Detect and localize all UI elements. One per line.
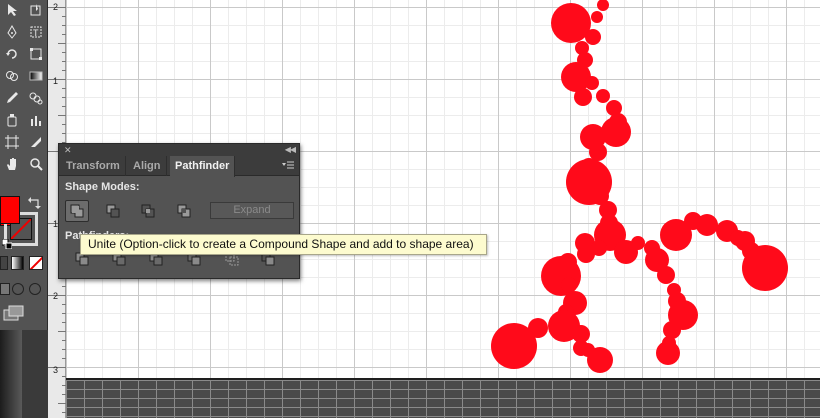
exclude-button[interactable]	[172, 200, 196, 222]
pasteboard-grid	[66, 378, 820, 418]
free-transform-icon[interactable]	[26, 44, 46, 64]
shape-modes-label: Shape Modes:	[65, 181, 140, 193]
pathfinder-panel: ✕ ◀◀ Transform Align Pathfinder Shape Mo…	[58, 143, 300, 279]
collapse-icon[interactable]: ◀◀	[285, 145, 296, 155]
intersect-button[interactable]	[136, 200, 160, 222]
panel-tabs: Transform Align Pathfinder	[59, 156, 299, 177]
panel-menu-icon[interactable]	[282, 161, 294, 171]
type-area-icon[interactable]: T	[26, 22, 46, 42]
color-mode-icon[interactable]	[0, 256, 8, 270]
gradient-mode-icon[interactable]	[11, 256, 24, 270]
exclude-icon	[177, 204, 191, 218]
shape-builder-icon[interactable]	[2, 66, 22, 86]
red-circle[interactable]	[597, 0, 609, 11]
group-selection-icon[interactable]	[26, 0, 46, 20]
column-graph-icon[interactable]	[26, 110, 46, 130]
fill-swatch-front[interactable]	[0, 196, 20, 224]
red-circle[interactable]	[574, 88, 592, 106]
tools-panel-lower	[0, 330, 48, 418]
screen-mode-icon[interactable]	[3, 305, 25, 321]
pen-icon[interactable]	[2, 22, 22, 42]
tab-align[interactable]: Align	[128, 156, 167, 176]
artboard-icon[interactable]	[2, 132, 22, 152]
close-icon[interactable]: ✕	[64, 145, 72, 155]
red-circle[interactable]	[577, 245, 595, 263]
unite-button[interactable]	[65, 200, 89, 222]
unite-icon	[70, 204, 84, 218]
ruler-label: 2	[53, 291, 59, 301]
eyedropper-icon[interactable]	[2, 88, 22, 108]
expand-button[interactable]: Expand	[210, 202, 294, 219]
red-circle[interactable]	[589, 143, 607, 161]
slice-icon[interactable]	[26, 132, 46, 152]
symbol-sprayer-icon[interactable]	[2, 110, 22, 130]
blend-icon[interactable]	[26, 88, 46, 108]
minus-front-icon	[106, 204, 120, 218]
swap-fill-stroke-icon[interactable]	[28, 196, 42, 209]
red-circle[interactable]	[561, 62, 591, 92]
tab-pathfinder[interactable]: Pathfinder	[170, 156, 236, 177]
zoom-icon[interactable]	[26, 154, 46, 174]
red-circle[interactable]	[656, 341, 680, 365]
default-fill-stroke-icon[interactable]	[1, 236, 13, 250]
red-circle[interactable]	[491, 323, 537, 369]
red-circle[interactable]	[696, 214, 718, 236]
direct-selection-icon[interactable]	[2, 0, 22, 20]
none-mode-icon[interactable]	[29, 256, 43, 270]
red-circle[interactable]	[657, 266, 675, 284]
red-circle[interactable]	[742, 245, 788, 291]
unite-tooltip: Unite (Option-click to create a Compound…	[80, 234, 487, 255]
hand-icon[interactable]	[2, 154, 22, 174]
svg-text:T: T	[33, 28, 39, 38]
tab-transform[interactable]: Transform	[61, 156, 126, 176]
draw-normal-icon[interactable]	[0, 283, 10, 295]
tools-panel: T	[0, 0, 48, 418]
rotate-icon[interactable]	[2, 44, 22, 64]
red-circle[interactable]	[601, 117, 631, 147]
ruler-label: 3	[53, 365, 59, 375]
draw-inside-icon[interactable]	[29, 283, 41, 295]
red-circle[interactable]	[591, 11, 603, 23]
intersect-icon	[141, 204, 155, 218]
gradient-icon[interactable]	[26, 66, 46, 86]
red-circle[interactable]	[561, 277, 577, 293]
ruler-label: 1	[53, 76, 59, 86]
red-circle[interactable]	[663, 321, 681, 339]
red-circle[interactable]	[631, 236, 645, 250]
ruler-label: 2	[53, 2, 59, 12]
minus-front-button[interactable]	[101, 200, 125, 222]
red-circle[interactable]	[585, 29, 601, 45]
red-circle[interactable]	[596, 89, 610, 103]
draw-behind-icon[interactable]	[12, 283, 24, 295]
panel-titlebar[interactable]: ✕ ◀◀	[59, 144, 299, 156]
red-circle[interactable]	[587, 347, 613, 373]
red-circle[interactable]	[585, 76, 599, 90]
